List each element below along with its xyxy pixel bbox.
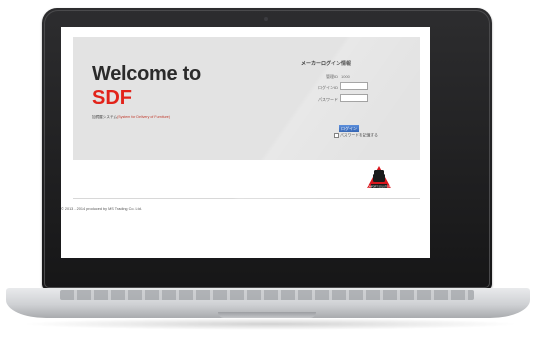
manager-id-row: 管理ID 1000 xyxy=(301,71,411,81)
system-subtitle: 加賀屋システム(System for Delivery of Furniture… xyxy=(92,115,170,120)
logo-text: COMFORT SOLUTIONS xyxy=(366,185,393,188)
laptop-shadow xyxy=(20,318,520,330)
login-title: メーカーログイン情報 xyxy=(301,61,352,67)
password-input[interactable] xyxy=(340,94,368,102)
hero-panel: Welcome to SDF 加賀屋システム(System for Delive… xyxy=(73,37,420,160)
laptop-frame: Welcome to SDF 加賀屋システム(System for Delive… xyxy=(0,0,537,363)
footer-copyright: © 2013 - 2014 produced by MS Trading Co.… xyxy=(61,207,142,211)
keyboard-edge xyxy=(60,290,474,300)
remember-password[interactable]: パスワードを記憶する xyxy=(334,133,378,139)
subtitle-en: (System for Delivery of Furniture) xyxy=(117,115,170,119)
remember-checkbox[interactable] xyxy=(334,133,339,138)
subtitle-jp: 加賀屋システム xyxy=(92,115,118,119)
manager-id-label: 管理ID xyxy=(326,74,338,79)
laptop-screen: Welcome to SDF 加賀屋システム(System for Delive… xyxy=(61,27,430,258)
password-row: パスワード xyxy=(301,94,411,104)
manager-id-value: 1000 xyxy=(341,74,350,79)
welcome-heading: Welcome to xyxy=(92,63,201,85)
login-id-label: ログインID xyxy=(318,85,338,90)
chair-logo-icon: COMFORT SOLUTIONS xyxy=(366,166,393,188)
footer-divider xyxy=(73,198,420,199)
login-form: メーカーログイン情報 管理ID 1000 ログインID パスワード ログイン パ… xyxy=(301,60,411,138)
login-button[interactable]: ログイン xyxy=(339,125,359,132)
login-id-row: ログインID xyxy=(301,82,411,92)
app-name-heading: SDF xyxy=(92,87,132,109)
webcam-icon xyxy=(264,17,268,21)
remember-label: パスワードを記憶する xyxy=(340,133,378,138)
login-id-input[interactable] xyxy=(340,82,368,90)
password-label: パスワード xyxy=(318,97,338,102)
